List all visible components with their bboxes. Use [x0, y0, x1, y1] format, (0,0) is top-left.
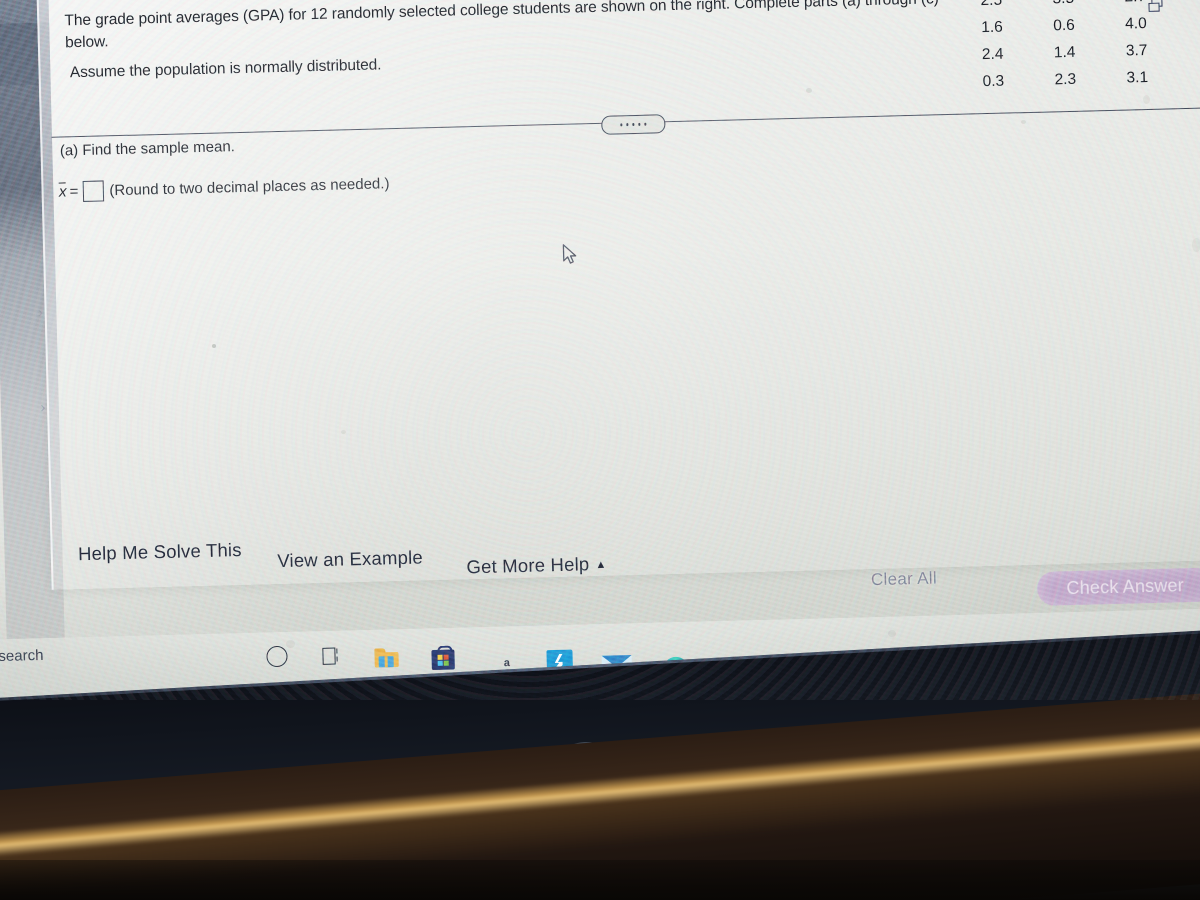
mouse-cursor [562, 243, 579, 265]
gpa-cell: 0.3 [982, 72, 1005, 91]
gpa-cell: 3.7 [1125, 41, 1148, 60]
laptop-screen-photo: The grade point averages (GPA) for 12 ra… [0, 0, 1200, 900]
gpa-cell: 1.4 [1053, 43, 1076, 62]
caret-up-icon: ▲ [595, 558, 607, 572]
sample-mean-input[interactable] [82, 180, 104, 202]
drag-handle-pill[interactable] [601, 114, 666, 135]
check-answer-button[interactable]: Check Answer [1036, 567, 1200, 606]
file-explorer-icon[interactable] [374, 648, 399, 668]
rounding-note: (Round to two decimal places as needed.) [109, 175, 390, 200]
search-label[interactable]: search [0, 647, 44, 665]
gpa-data-table: 2.5 3.5 2.7 1.6 0.6 4.0 2.4 1.4 3.7 0.3 … [955, 0, 1174, 98]
copy-icon[interactable] [1148, 0, 1163, 12]
clear-all-button[interactable]: Clear All [871, 568, 938, 590]
question-prompt: The grade point averages (GPA) for 12 ra… [64, 0, 939, 52]
sidebar-expand-chevron[interactable]: › [38, 304, 43, 321]
get-more-help-button[interactable]: Get More Help ▲ [466, 553, 607, 579]
task-view-icon[interactable] [322, 647, 342, 665]
gpa-cell: 4.0 [1124, 14, 1147, 33]
table-row: 0.3 2.3 3.1 [957, 65, 1174, 97]
gpa-cell: 3.1 [1126, 68, 1149, 87]
answer-row: x = (Round to two decimal places as need… [59, 173, 390, 202]
microsoft-store-icon[interactable] [431, 645, 455, 671]
gpa-cell: 1.6 [981, 18, 1004, 37]
gpa-cell: 2.3 [1054, 70, 1077, 89]
view-an-example-button[interactable]: View an Example [277, 546, 423, 572]
equals-sign: = [69, 183, 79, 201]
part-a-label: (a) Find the sample mean. [59, 138, 236, 160]
gpa-cell: 0.6 [1052, 16, 1075, 35]
cortana-icon[interactable] [266, 645, 288, 668]
help-me-solve-this-button[interactable]: Help Me Solve This [78, 539, 242, 565]
get-more-help-label: Get More Help [466, 553, 590, 578]
app-a-icon[interactable]: a [504, 657, 510, 669]
sample-mean-symbol: x [58, 182, 67, 201]
gpa-cell: 2.4 [981, 45, 1004, 64]
photo-bottom-shadow [0, 860, 1200, 900]
sidebar-expand-chevron[interactable]: › [40, 399, 45, 416]
